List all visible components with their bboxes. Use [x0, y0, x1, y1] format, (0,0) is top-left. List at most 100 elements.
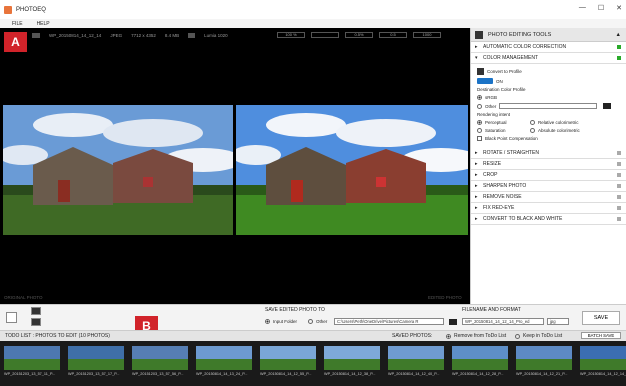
intent-label: Rendering intent: [477, 112, 511, 117]
status-icon: [617, 173, 621, 177]
thumbnail-image: [516, 346, 572, 370]
save-button[interactable]: SAVE: [582, 311, 620, 325]
save-bar: SAVE EDITED PHOTO TO Input Folder Other …: [0, 304, 626, 330]
thumbnail-item[interactable]: WP_20150814_14_12_40_P...: [388, 346, 444, 379]
tool-remove-noise[interactable]: ▸ REMOVE NOISE: [471, 192, 626, 203]
zoom-percent[interactable]: 100 %: [277, 32, 305, 38]
zoom-max[interactable]: 1000: [413, 32, 441, 38]
app-icon: [4, 5, 12, 14]
status-icon: [617, 206, 621, 210]
file-size: 8.4 MB: [164, 33, 180, 38]
crop-tool-icon[interactable]: [6, 312, 17, 323]
device-name: Lumia 1020: [204, 33, 228, 38]
batch-save-button[interactable]: BATCH SAVE: [581, 332, 621, 339]
browse-folder-icon[interactable]: [449, 319, 457, 325]
thumbnail-item[interactable]: WP_20150814_14_13_24_P...: [196, 346, 252, 379]
saturation-label: Saturation: [485, 128, 506, 133]
zoom-mid[interactable]: 0.5: [379, 32, 407, 38]
file-name: WP_20150814_14_12_14: [49, 33, 102, 38]
absolute-radio[interactable]: [530, 128, 535, 133]
output-path-input[interactable]: C:\Users\Peth\OneDrive\Pictures\Camera R: [334, 318, 444, 325]
menu-file[interactable]: FILE: [12, 21, 23, 27]
folder-icon[interactable]: [603, 103, 612, 109]
other-folder-radio[interactable]: [308, 319, 313, 324]
tool-label: FIX RED-EYE: [483, 205, 515, 211]
format-select[interactable]: jpg: [547, 318, 569, 325]
menu-bar: FILE HELP: [0, 19, 626, 28]
original-photo[interactable]: [3, 105, 233, 235]
thumbnail-item[interactable]: WP_20150814_14_12_55_P...: [260, 346, 316, 379]
thumbnail-caption: WP_20150814_14_12_55_P...: [260, 372, 312, 376]
status-icon: [617, 217, 621, 221]
filename-input[interactable]: WP_20150814_14_12_14_Pro_ed: [462, 318, 544, 325]
thumbnail-caption: WP_20151203_13_57_17_P...: [68, 372, 120, 376]
thumbnail-item[interactable]: WP_20150814_14_12_38_P...: [324, 346, 380, 379]
thumbnail-image: [196, 346, 252, 370]
editing-tools-panel: PHOTO EDITING TOOLS ▲ ▸ AUTOMATIC COLOR …: [470, 28, 626, 304]
profile-icon: [477, 68, 484, 75]
edited-photo[interactable]: [236, 105, 468, 235]
chevron-up-icon[interactable]: ▲: [616, 32, 621, 38]
toggle-text: ON: [496, 78, 503, 84]
tool-red-eye[interactable]: ▸ FIX RED-EYE: [471, 203, 626, 214]
thumbnail-item[interactable]: WP_20151203_13_57_17_P...: [68, 346, 124, 379]
srgb-radio[interactable]: [477, 95, 482, 100]
keep-radio[interactable]: [515, 334, 520, 339]
status-icon: [617, 162, 621, 166]
input-folder-label: Input Folder: [273, 319, 298, 324]
convert-label: Convert to Profile: [487, 69, 522, 74]
tool-auto-color[interactable]: ▸ AUTOMATIC COLOR CORRECTION: [471, 42, 626, 53]
other-radio[interactable]: [477, 103, 482, 109]
tool-label: CROP: [483, 172, 498, 178]
maximize-icon[interactable]: ☐: [598, 4, 604, 12]
original-photo-label: ORIGINAL PHOTO: [4, 295, 43, 300]
status-icon: [617, 56, 621, 60]
perceptual-radio[interactable]: [477, 120, 482, 125]
compare-view-icon[interactable]: [31, 307, 41, 315]
saturation-radio[interactable]: [477, 128, 482, 133]
tool-crop[interactable]: ▸ CROP: [471, 170, 626, 181]
relative-label: Relative colorimetric: [538, 120, 579, 125]
thumbnail-item[interactable]: WP_20150814_14_12_14_P...: [580, 346, 626, 379]
chevron-right-icon: ▸: [475, 44, 478, 50]
tool-label: COLOR MANAGEMENT: [483, 55, 539, 61]
tool-sharpen[interactable]: ▸ SHARPEN PHOTO: [471, 181, 626, 192]
tool-label: SHARPEN PHOTO: [483, 183, 527, 189]
minimize-icon[interactable]: —: [579, 4, 586, 12]
thumbnail-caption: WP_20150814_14_12_38_P...: [324, 372, 376, 376]
tool-rotate[interactable]: ▸ ROTATE / STRAIGHTEN: [471, 148, 626, 159]
panel-header[interactable]: PHOTO EDITING TOOLS ▲: [471, 28, 626, 42]
thumbnail-item[interactable]: WP_20151203_13_57_11_P...: [4, 346, 60, 379]
other-profile-input[interactable]: [499, 103, 598, 109]
tool-label: CONVERT TO BLACK AND WHITE: [483, 216, 563, 222]
chevron-right-icon: ▸: [475, 194, 478, 200]
tool-black-white[interactable]: ▸ CONVERT TO BLACK AND WHITE: [471, 214, 626, 225]
input-folder-radio[interactable]: [265, 319, 270, 324]
tool-resize[interactable]: ▸ RESIZE: [471, 159, 626, 170]
chevron-right-icon: ▸: [475, 161, 478, 167]
tool-color-management[interactable]: ▾ COLOR MANAGEMENT: [471, 53, 626, 64]
close-icon[interactable]: ✕: [616, 4, 622, 12]
thumbnail-caption: WP_20151203_13_57_11_P...: [4, 372, 56, 376]
thumbnail-caption: WP_20150814_14_12_21_P...: [516, 372, 568, 376]
convert-toggle[interactable]: [477, 78, 493, 84]
thumbnail-item[interactable]: WP_20151203_13_57_56_P...: [132, 346, 188, 379]
status-icon: [617, 151, 621, 155]
saved-photos-label: SAVED PHOTOS:: [392, 333, 433, 339]
thumbnail-image: [68, 346, 124, 370]
zoom-slider[interactable]: [311, 32, 339, 38]
status-icon: [617, 45, 621, 49]
thumbnail-item[interactable]: WP_20150814_14_12_28_P...: [452, 346, 508, 379]
chevron-right-icon: ▸: [475, 205, 478, 211]
photo-viewer: WP_20150814_14_12_14 JPEG 7712 x 4352 8.…: [0, 28, 470, 304]
remove-radio[interactable]: [446, 334, 451, 339]
menu-help[interactable]: HELP: [37, 21, 50, 27]
todo-label: TODO LIST : PHOTOS TO EDIT (10 PHOTOS): [5, 333, 110, 339]
single-view-icon[interactable]: [31, 318, 41, 326]
relative-radio[interactable]: [530, 120, 535, 125]
app-window: PHOTOEQ — ☐ ✕ FILE HELP WP_20150814_14_1…: [0, 0, 626, 386]
todo-bar: TODO LIST : PHOTOS TO EDIT (10 PHOTOS) S…: [0, 330, 626, 341]
thumbnail-item[interactable]: WP_20150814_14_12_21_P...: [516, 346, 572, 379]
bpc-checkbox[interactable]: [477, 136, 482, 141]
zoom-min[interactable]: 0.5%: [345, 32, 373, 38]
